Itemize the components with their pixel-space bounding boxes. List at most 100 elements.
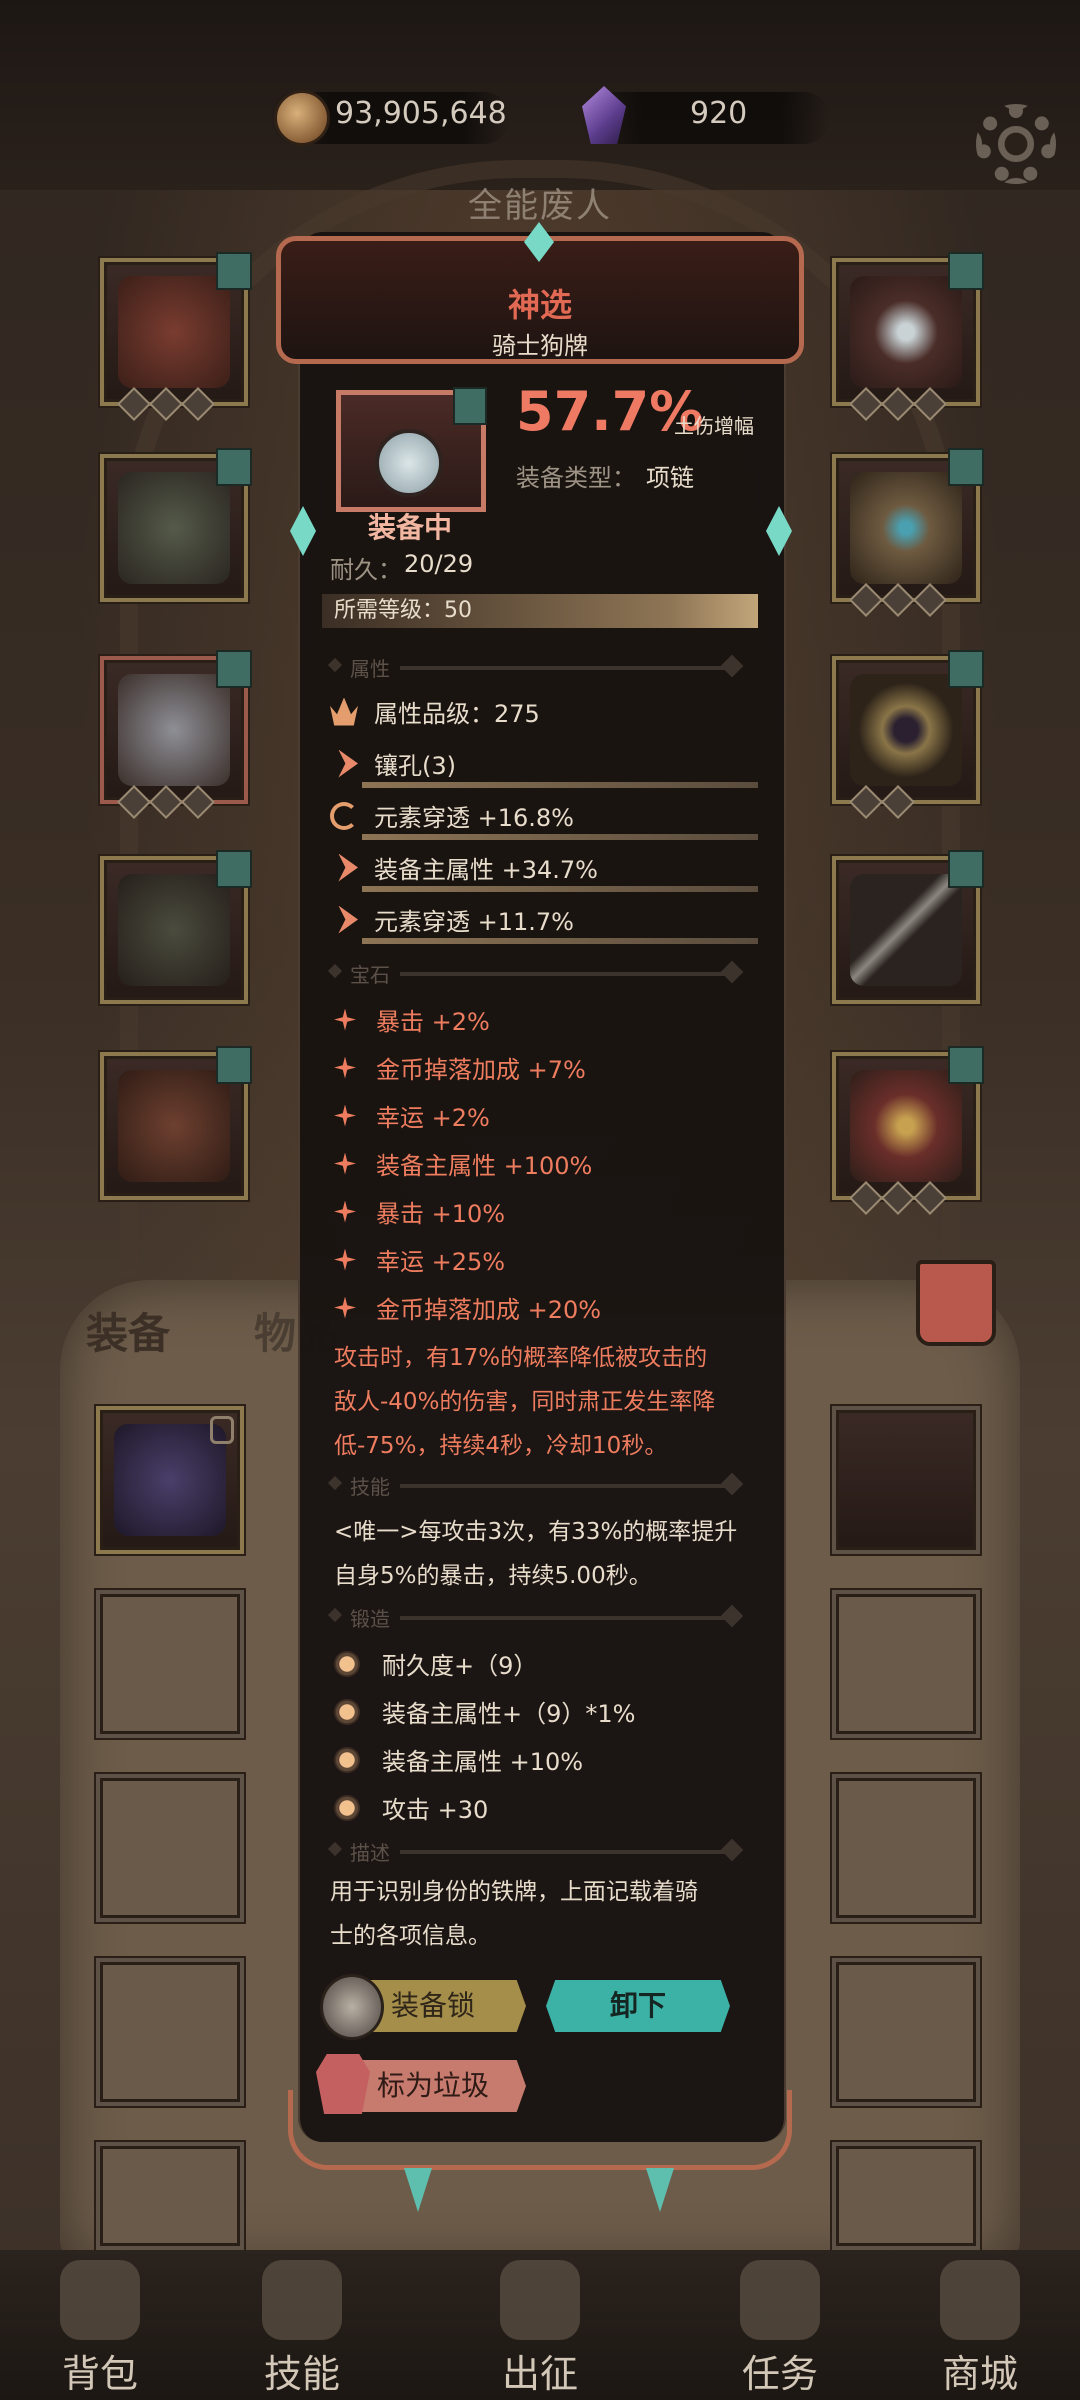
section-forging: 锻造: [327, 1604, 750, 1631]
boots-icon: [118, 1070, 230, 1182]
gem-stat-text: 金币掉落加成 +20%: [376, 1296, 602, 1324]
description-text: 用于识别身份的铁牌，上面记载着骑 士的各项信息。: [330, 1870, 760, 1958]
inventory-slot[interactable]: [832, 1774, 980, 1922]
forge-dot-icon: [334, 1698, 360, 1725]
backpack-icon: [60, 2260, 140, 2340]
section-title: 技能: [350, 1475, 390, 1499]
forge-dot-icon: [334, 1650, 360, 1677]
gem-stat-row: 金币掉落加成 +20%: [334, 1290, 601, 1325]
inventory-slot[interactable]: [96, 2142, 244, 2250]
trash-icon[interactable]: [916, 1260, 996, 1346]
slot-gems: [849, 583, 947, 617]
nav-label: 商城: [941, 2352, 1018, 2396]
unequip-button[interactable]: 卸下: [546, 1980, 730, 2032]
socket-bar: [362, 782, 758, 788]
inventory-slot[interactable]: [96, 1774, 244, 1922]
dogtag-icon: [850, 276, 962, 388]
mark-as-junk-button[interactable]: 标为垃圾: [340, 2060, 526, 2112]
equip-slot-chest[interactable]: [100, 448, 252, 602]
sword-icon: [850, 874, 962, 986]
equip-slot-ring[interactable]: [832, 650, 984, 819]
inventory-slot[interactable]: [832, 1958, 980, 2106]
skill-book-icon: [262, 2260, 342, 2340]
equipped-label: 装备中: [367, 511, 452, 544]
skill-text: <唯一>每攻击3次，有33%的概率提升 自身5%的暴击，持续5.00秒。: [334, 1510, 764, 1598]
slot-flag-icon: [948, 252, 984, 290]
attribute-text: 元素穿透 +11.7%: [374, 908, 574, 936]
nav-label: 出征: [501, 2352, 578, 2396]
horn-icon: [740, 2260, 820, 2340]
star-icon: [334, 1056, 356, 1079]
helmet-icon: [118, 276, 230, 388]
nav-label: 技能: [263, 2352, 340, 2396]
gem-stat-row: 暴击 +10%: [334, 1194, 505, 1229]
item-quality: 神选: [507, 286, 572, 324]
equip-slot-legs[interactable]: [100, 850, 252, 1004]
inventory-slot[interactable]: [832, 2142, 980, 2250]
slot-gems: [117, 387, 215, 421]
star-icon: [334, 1008, 356, 1031]
inventory-slot[interactable]: [96, 1590, 244, 1738]
item-icon: [336, 387, 487, 512]
equip-slot-boots[interactable]: [100, 1046, 252, 1200]
equip-slot-weapon[interactable]: [832, 850, 984, 1004]
pants-icon: [118, 874, 230, 986]
map-sword-icon: [500, 2260, 580, 2340]
item-name: 骑士狗牌: [492, 332, 588, 360]
lock-icon: [210, 1416, 234, 1444]
special-effect-text: 攻击时，有17%的概率降低被攻击的 敌人-40%的伤害，同时肃正发生率降 低-7…: [334, 1336, 764, 1468]
forge-row: 装备主属性+（9）*1%: [334, 1694, 635, 1729]
gem-stat-text: 幸运 +25%: [376, 1248, 506, 1276]
equipment-type-label: 装备类型：: [516, 464, 636, 492]
attribute-row: 元素穿透 +11.7%: [330, 902, 574, 937]
slot-flag-icon: [948, 448, 984, 486]
gem-amount: 920: [690, 96, 748, 131]
nav-skills[interactable]: 技能: [222, 2250, 382, 2400]
slot-flag-icon: [948, 850, 984, 888]
skill-line: 自身5%的暴击，持续5.00秒。: [334, 1563, 652, 1589]
star-icon: [334, 1152, 356, 1175]
socket-icon: [338, 905, 358, 934]
equip-slot-shoulder[interactable]: [100, 650, 252, 819]
socket-bar: [362, 834, 758, 840]
dark-helm-icon: [114, 1424, 226, 1536]
inventory-slot[interactable]: [832, 1406, 980, 1554]
slot-gems: [849, 1181, 947, 1215]
pauldron-icon: [118, 674, 230, 786]
settings-gear-icon[interactable]: [976, 104, 1056, 184]
durability-label: 耐久：: [330, 556, 402, 584]
inventory-slot[interactable]: [96, 1406, 244, 1554]
inventory-slot[interactable]: [96, 1958, 244, 2106]
forge-row: 耐久度+（9）: [334, 1646, 537, 1681]
junk-icon: [316, 2054, 370, 2114]
attribute-text: 镶孔(3): [374, 752, 456, 780]
star-icon: [334, 1200, 356, 1223]
star-icon: [334, 1248, 356, 1271]
equip-slot-trinket[interactable]: [832, 448, 984, 617]
nav-expedition[interactable]: 出征: [460, 2250, 620, 2400]
equip-slot-offhand[interactable]: [832, 1046, 984, 1215]
forge-text: 攻击 +30: [382, 1796, 489, 1824]
attribute-row: 元素穿透 +16.8%: [330, 798, 574, 833]
attribute-text: 装备主属性 +34.7%: [374, 856, 598, 884]
equip-slot-head[interactable]: [100, 252, 252, 421]
nav-backpack[interactable]: 背包: [20, 2250, 180, 2400]
section-title: 宝石: [350, 963, 390, 987]
tab-equipment[interactable]: 装备: [86, 1300, 170, 1361]
socket-icon: [338, 749, 358, 778]
dogtag-icon: [375, 429, 443, 497]
crest-icon: [850, 1070, 962, 1182]
attribute-row: 装备主属性 +34.7%: [330, 850, 598, 885]
socket-icon: [338, 853, 358, 882]
effect-line: 低-75%，持续4秒，冷却10秒。: [334, 1433, 668, 1459]
nav-shop[interactable]: 商城: [900, 2250, 1060, 2400]
slot-flag-icon: [216, 650, 252, 688]
nav-quests[interactable]: 任务: [700, 2250, 860, 2400]
inventory-slot[interactable]: [832, 1590, 980, 1738]
slot-flag-icon: [948, 650, 984, 688]
gem-stat-text: 暴击 +10%: [376, 1200, 506, 1228]
equip-slot-necklace[interactable]: [832, 252, 984, 421]
gem-stat-row: 幸运 +25%: [334, 1242, 505, 1277]
character-name: 全能废人: [468, 186, 612, 226]
socket-bar: [362, 886, 758, 892]
